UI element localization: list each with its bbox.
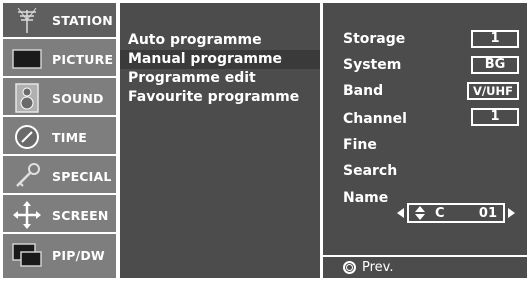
band-label: Band (343, 83, 384, 99)
manual-programme-panel: Storage 1 System BG Band V/UHF Channel 1… (323, 3, 527, 278)
sidebar-item-label: SPECIAL (52, 168, 112, 184)
fine-label[interactable]: Fine (343, 136, 377, 154)
tv-osd-menu: STATION PICTURE SOUND TIME SPECIAL SCREE… (0, 0, 530, 281)
prev-button-icon (343, 261, 356, 274)
name-number: 01 (478, 205, 497, 221)
menu-item-manual-programme[interactable]: Manual programme (120, 50, 320, 69)
name-label: Name (343, 190, 389, 206)
up-down-arrow-icon (415, 206, 425, 220)
menu-item-programme-edit[interactable]: Programme edit (120, 69, 320, 88)
sidebar-item-screen[interactable]: SCREEN (3, 198, 116, 234)
storage-value[interactable]: 1 (471, 30, 519, 48)
menu-item-favourite-programme[interactable]: Favourite programme (120, 88, 320, 107)
sidebar-item-label: PICTURE (52, 51, 114, 67)
main-menu-sidebar: STATION PICTURE SOUND TIME SPECIAL SCREE… (3, 3, 116, 278)
sidebar-item-time[interactable]: TIME (3, 120, 116, 156)
left-arrow-icon[interactable] (397, 208, 404, 218)
sidebar-item-label: TIME (52, 129, 87, 145)
sidebar-item-picture[interactable]: PICTURE (3, 42, 116, 78)
prev-label: Prev. (362, 260, 394, 275)
sidebar-item-sound[interactable]: SOUND (3, 81, 116, 117)
name-editor: C 01 (397, 203, 519, 223)
tv-screen-icon (8, 44, 46, 74)
sidebar-item-station[interactable]: STATION (3, 3, 116, 39)
search-label[interactable]: Search (343, 162, 397, 180)
sidebar-item-label: SCREEN (52, 207, 109, 223)
name-char: C (435, 205, 445, 221)
sidebar-item-pip-dw[interactable]: PIP/DW (3, 237, 116, 273)
channel-label: Channel (343, 111, 407, 127)
divider (323, 255, 527, 257)
menu-item-auto-programme[interactable]: Auto programme (120, 31, 320, 50)
sidebar-item-label: SOUND (52, 90, 104, 106)
band-value[interactable]: V/UHF (467, 82, 519, 100)
system-value[interactable]: BG (471, 56, 519, 74)
pip-icon (8, 240, 46, 270)
clock-icon (8, 122, 46, 152)
key-icon (8, 161, 46, 191)
system-label: System (343, 57, 402, 73)
sidebar-item-label: STATION (52, 12, 113, 28)
antenna-icon (8, 5, 46, 35)
channel-value[interactable]: 1 (471, 108, 519, 126)
right-arrow-icon[interactable] (508, 208, 515, 218)
move-arrows-icon (8, 200, 46, 230)
name-field[interactable]: C 01 (407, 203, 505, 223)
station-submenu: Auto programme Manual programme Programm… (120, 3, 320, 278)
speaker-icon (8, 83, 46, 113)
sidebar-item-special[interactable]: SPECIAL (3, 159, 116, 195)
prev-hint[interactable]: Prev. (343, 260, 393, 275)
storage-label: Storage (343, 31, 406, 47)
sidebar-item-label: PIP/DW (52, 247, 105, 263)
